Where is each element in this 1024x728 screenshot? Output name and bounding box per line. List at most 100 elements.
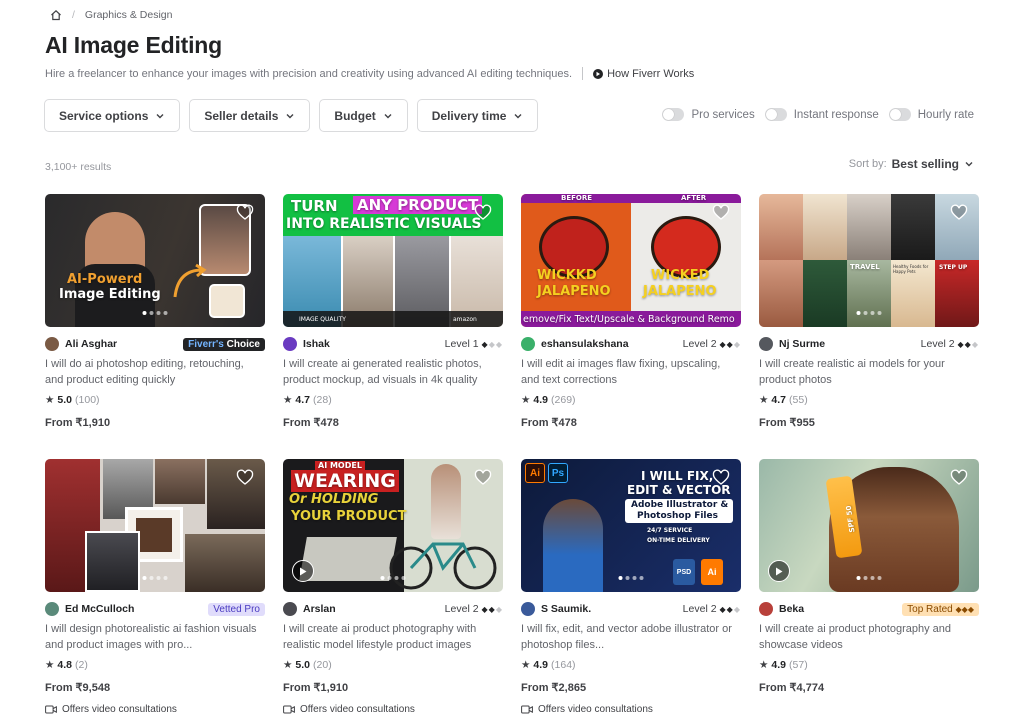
gig-title[interactable]: I will edit ai images flaw fixing, upsca…: [521, 356, 741, 388]
gig-title[interactable]: I will create realistic ai models for yo…: [759, 356, 979, 388]
carousel-dots[interactable]: [856, 576, 882, 580]
heart-icon[interactable]: [236, 469, 254, 487]
rating-value: 4.9: [771, 659, 787, 671]
level-label: Level 2: [444, 603, 479, 615]
divider: [582, 67, 584, 80]
toggle-switch[interactable]: [662, 108, 685, 121]
heart-icon[interactable]: [950, 469, 968, 487]
fashion-image: [85, 531, 140, 592]
seller-name[interactable]: Beka: [779, 603, 804, 615]
breadcrumb-category[interactable]: Graphics & Design: [85, 9, 173, 21]
carousel-dots[interactable]: [142, 576, 168, 580]
gig-thumbnail[interactable]: AI-Powerd Image Editing: [45, 194, 265, 327]
gig-thumbnail[interactable]: SPF 50: [759, 459, 979, 592]
gig-price[interactable]: From ₹1,910: [45, 416, 265, 429]
service-options-filter[interactable]: Service options: [44, 99, 181, 132]
fiverrs-choice-badge: Fiverr's Choice: [183, 337, 265, 351]
heart-icon[interactable]: [712, 204, 730, 222]
gig-card[interactable]: SPF 50 Beka Top Rated ◆◆◆ I will create …: [759, 459, 979, 694]
avatar[interactable]: [521, 602, 535, 616]
pro-services-toggle[interactable]: Pro services: [662, 108, 755, 121]
seller-name[interactable]: Nj Surme: [779, 338, 825, 350]
play-video-button[interactable]: [768, 560, 790, 582]
heart-icon[interactable]: [236, 204, 254, 222]
carousel-dots[interactable]: [618, 576, 644, 580]
thumb-text: BEFORE: [561, 194, 593, 202]
gig-title[interactable]: I will design photorealistic ai fashion …: [45, 621, 265, 653]
carousel-dots[interactable]: [142, 311, 168, 315]
seller-details-filter[interactable]: Seller details: [189, 99, 311, 132]
carousel-dots[interactable]: [856, 311, 882, 315]
heart-icon[interactable]: [474, 469, 492, 487]
gig-thumbnail[interactable]: AI MODEL WEARING Or HOLDING YOUR PRODUCT: [283, 459, 503, 592]
avatar[interactable]: [521, 337, 535, 351]
gig-card[interactable]: TRAVEL Healthy Foods for Happy Pets STEP…: [759, 194, 979, 429]
top-rated-badge: Top Rated ◆◆◆: [902, 602, 979, 616]
seller-info[interactable]: eshansulakshana: [521, 337, 629, 351]
seller-info[interactable]: Beka: [759, 602, 804, 616]
gig-price[interactable]: From ₹9,548: [45, 681, 265, 694]
seller-info[interactable]: Ali Asghar: [45, 337, 117, 351]
avatar[interactable]: [759, 337, 773, 351]
heart-icon[interactable]: [474, 204, 492, 222]
home-icon[interactable]: [50, 9, 62, 21]
gig-thumbnail[interactable]: Ai Ps I WILL FIX, EDIT & VECTOR Adobe Il…: [521, 459, 741, 592]
gig-card[interactable]: TURN ANY PRODUCT INTO REALISTIC VISUALS …: [283, 194, 503, 429]
avatar[interactable]: [45, 602, 59, 616]
gig-card[interactable]: BEFORE AFTER WICKKD JALAPENO WICKED JALA…: [521, 194, 741, 429]
filter-label: Service options: [59, 108, 149, 123]
gig-thumbnail[interactable]: TRAVEL Healthy Foods for Happy Pets STEP…: [759, 194, 979, 327]
instant-response-toggle[interactable]: Instant response: [764, 108, 879, 121]
seller-level: Level 2 ◆◆◆: [683, 338, 741, 350]
gig-title[interactable]: I will do ai photoshop editing, retouchi…: [45, 356, 265, 388]
gig-title[interactable]: I will fix, edit, and vector adobe illus…: [521, 621, 741, 653]
seller-name[interactable]: Arslan: [303, 603, 336, 615]
play-video-button[interactable]: [292, 560, 314, 582]
seller-name[interactable]: Ishak: [303, 338, 330, 350]
gig-card[interactable]: Ed McCulloch Vetted Pro I will design ph…: [45, 459, 265, 715]
avatar[interactable]: [283, 602, 297, 616]
gig-title[interactable]: I will create ai product photography wit…: [283, 621, 503, 653]
gig-card[interactable]: AI-Powerd Image Editing Ali Asghar Fiver…: [45, 194, 265, 429]
budget-filter[interactable]: Budget: [319, 99, 408, 132]
seller-name[interactable]: eshansulakshana: [541, 338, 629, 350]
gig-title[interactable]: I will create ai generated realistic pho…: [283, 356, 503, 388]
gig-card[interactable]: AI MODEL WEARING Or HOLDING YOUR PRODUCT…: [283, 459, 503, 715]
gig-price[interactable]: From ₹478: [283, 416, 503, 429]
hourly-rate-toggle[interactable]: Hourly rate: [888, 108, 974, 121]
seller-info[interactable]: S Saumik.: [521, 602, 591, 616]
avatar[interactable]: [45, 337, 59, 351]
gig-price[interactable]: From ₹1,910: [283, 681, 503, 694]
avatar[interactable]: [759, 602, 773, 616]
gig-price[interactable]: From ₹955: [759, 416, 979, 429]
seller-info[interactable]: Nj Surme: [759, 337, 825, 351]
sort-dropdown[interactable]: Sort by: Best selling: [849, 157, 974, 171]
delivery-time-filter[interactable]: Delivery time: [416, 99, 539, 132]
gig-price[interactable]: From ₹2,865: [521, 681, 741, 694]
seller-name[interactable]: S Saumik.: [541, 603, 591, 615]
gig-thumbnail[interactable]: [45, 459, 265, 592]
how-fiverr-works-label: How Fiverr Works: [607, 67, 695, 80]
seller-info[interactable]: Ed McCulloch: [45, 602, 134, 616]
toggle-label: Hourly rate: [917, 108, 974, 121]
gig-card[interactable]: Ai Ps I WILL FIX, EDIT & VECTOR Adobe Il…: [521, 459, 741, 715]
heart-icon[interactable]: [712, 469, 730, 487]
seller-name[interactable]: Ali Asghar: [65, 338, 117, 350]
gig-title[interactable]: I will create ai product photography and…: [759, 621, 979, 653]
seller-info[interactable]: Arslan: [283, 602, 336, 616]
photoshop-icon: Ps: [548, 463, 568, 483]
gig-thumbnail[interactable]: BEFORE AFTER WICKKD JALAPENO WICKED JALA…: [521, 194, 741, 327]
gig-price[interactable]: From ₹478: [521, 416, 741, 429]
gig-thumbnail[interactable]: TURN ANY PRODUCT INTO REALISTIC VISUALS …: [283, 194, 503, 327]
avatar[interactable]: [283, 337, 297, 351]
how-fiverr-works-link[interactable]: How Fiverr Works: [593, 68, 694, 80]
gig-rating: ★ 4.9 (164): [521, 659, 741, 671]
toggle-switch[interactable]: [764, 108, 787, 121]
seller-info[interactable]: Ishak: [283, 337, 330, 351]
seller-name[interactable]: Ed McCulloch: [65, 603, 134, 615]
carousel-dots[interactable]: [380, 576, 406, 580]
toggle-switch[interactable]: [888, 108, 911, 121]
badge-text: Choice: [223, 338, 260, 350]
heart-icon[interactable]: [950, 204, 968, 222]
gig-price[interactable]: From ₹4,774: [759, 681, 979, 694]
